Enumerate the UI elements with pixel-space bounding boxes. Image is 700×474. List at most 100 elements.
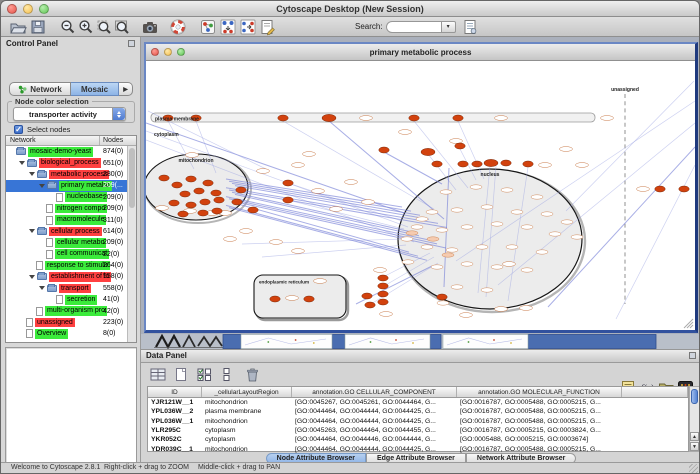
column-header[interactable]: annotation.GO CELLULAR_COMPONENT: [292, 387, 457, 397]
expand-triangle-icon[interactable]: [29, 229, 35, 233]
snapshot-camera-icon[interactable]: [141, 18, 159, 36]
node-color-dropdown[interactable]: transporter activity: [13, 107, 126, 121]
table-cell: [GO:0044464, GO:0044444, GO:0044425, G..…: [292, 418, 457, 425]
network-overview-icon[interactable]: [199, 18, 217, 36]
tree-row[interactable]: cellular process614(0): [6, 226, 127, 237]
cytoscape-app-window: Cytoscape Desktop (New Session) Search: …: [0, 0, 700, 474]
search-dropdown-button[interactable]: ▾: [442, 21, 456, 33]
tree-row[interactable]: transport558(0): [6, 283, 127, 294]
tree-node-count: 280(0): [103, 171, 123, 178]
search-options-icon[interactable]: [461, 18, 479, 36]
tree-row[interactable]: cellular metabo209(0): [6, 237, 127, 248]
tree-row[interactable]: multi-organism pro42(0): [6, 305, 127, 316]
tree-row[interactable]: establishment of lo558(0): [6, 271, 127, 282]
network-window-titlebar[interactable]: primary metabolic process: [146, 44, 695, 61]
select-nodes-checkbox[interactable]: ✓: [14, 125, 23, 134]
file-icon: [46, 250, 53, 259]
zoom-fit-icon[interactable]: [113, 18, 131, 36]
unassigned-label: unassigned: [611, 87, 639, 93]
float-data-panel-icon[interactable]: [689, 352, 696, 359]
tree-scrollbar[interactable]: [127, 146, 136, 342]
tree-scrollbar-thumb[interactable]: [129, 148, 135, 208]
network-canvas[interactable]: plasma membranecytoplasmmitochondrionnuc…: [146, 61, 695, 330]
attribute-table-icon[interactable]: [149, 366, 168, 383]
float-panel-icon[interactable]: [128, 40, 135, 47]
expand-triangle-icon[interactable]: [19, 161, 25, 165]
tree-row[interactable]: cell communicat22(0): [6, 249, 127, 260]
birdseye-view-panel[interactable]: [5, 347, 137, 474]
tree-rows: mosaic-demo-yeast874(0)biological_proces…: [6, 146, 127, 342]
tab-network[interactable]: Network: [9, 82, 71, 96]
table-row[interactable]: YJR121W__1mitochondrion[GO:0045267, GO:0…: [148, 398, 688, 407]
table-row[interactable]: YLR295Ccytoplasm[GO:0045263, GO:0044464,…: [148, 426, 688, 435]
help-lifesaver-icon[interactable]: [169, 18, 187, 36]
expand-triangle-icon[interactable]: [29, 172, 35, 176]
attribute-list-icon[interactable]: [218, 366, 237, 383]
tab-overflow-arrow[interactable]: ▶: [119, 82, 133, 96]
table-cell: [GO:0044464, GO:0044444, GO:0044425, G..…: [292, 408, 457, 415]
tree-row[interactable]: Overview8(0): [6, 328, 127, 339]
table-scrollbar[interactable]: ▲ ▼: [689, 386, 700, 452]
endoplasmic-reticulum-label: endoplasmic reticulum: [259, 280, 309, 285]
tree-node-count: 311(0): [103, 217, 123, 224]
save-session-icon[interactable]: [29, 18, 47, 36]
tree-node-label: unassigned: [35, 318, 75, 328]
tab-network-label: Network: [30, 85, 62, 94]
tree-row[interactable]: secretion41(0): [6, 294, 127, 305]
tree-row[interactable]: response to stimulu264(0): [6, 260, 127, 271]
tree-row[interactable]: primary metabo209(...: [6, 180, 127, 191]
expand-triangle-icon[interactable]: [39, 184, 45, 188]
table-row[interactable]: YKR052Ccytoplasm[GO:0044464, GO:0044446,…: [148, 435, 688, 444]
background-window-edges[interactable]: [223, 335, 656, 349]
canvas-resize-grip[interactable]: [684, 319, 693, 328]
app-titlebar[interactable]: Cytoscape Desktop (New Session): [1, 1, 699, 17]
attribute-table[interactable]: ID_cellularLayoutRegionannotation.GO CEL…: [147, 386, 689, 452]
folder-icon: [47, 182, 57, 189]
table-row[interactable]: YPL036W__1mitochondrion[GO:0044464, GO:0…: [148, 417, 688, 426]
tree-row[interactable]: biological_process651(0): [6, 157, 127, 168]
expand-triangle-icon[interactable]: [39, 286, 45, 290]
annotation-icon[interactable]: [259, 18, 277, 36]
background-windows-strip: [141, 334, 700, 349]
tree-row[interactable]: nitrogen compo209(0): [6, 203, 127, 214]
new-attribute-icon[interactable]: [172, 366, 191, 383]
tree-row[interactable]: mosaic-demo-yeast874(0): [6, 146, 127, 157]
open-file-icon[interactable]: [9, 18, 27, 36]
column-header[interactable]: _cellularLayoutRegion: [202, 387, 292, 397]
column-header[interactable]: annotation.GO MOLECULAR_FUNCTION: [457, 387, 622, 397]
table-row[interactable]: YPL036W__2plasma membrane[GO:0044464, GO…: [148, 407, 688, 416]
tree-row[interactable]: unassigned223(0): [6, 317, 127, 328]
table-cell: [GO:0016787, GO:0005488, GO:0005215, G..…: [457, 399, 622, 406]
zoom-selected-icon[interactable]: [95, 18, 113, 36]
scroll-down-button[interactable]: ▼: [690, 442, 699, 451]
file-icon: [46, 216, 53, 225]
tree-row[interactable]: metabolic process280(0): [6, 169, 127, 180]
resize-grip[interactable]: [689, 464, 698, 473]
layout-two-icon[interactable]: [239, 18, 257, 36]
tree-node-count: 22(0): [103, 251, 119, 258]
cytoplasm-label: cytoplasm: [154, 132, 179, 138]
main-toolbar: Search: ▾: [1, 17, 699, 37]
network-window-title: primary metabolic process: [146, 48, 695, 57]
tree-row[interactable]: nucleobase-209(0): [6, 192, 127, 203]
select-attributes-icon[interactable]: [195, 366, 214, 383]
tree-row[interactable]: macromolecule311(0): [6, 214, 127, 225]
layout-one-icon[interactable]: [219, 18, 237, 36]
tree-node-label: cellular process: [49, 227, 102, 237]
search-input[interactable]: [386, 21, 442, 33]
table-cell: YKR052C: [148, 436, 202, 443]
select-nodes-row: ✓ Select nodes: [14, 125, 70, 134]
scroll-up-button[interactable]: ▲: [690, 432, 699, 441]
table-scrollbar-thumb[interactable]: [691, 389, 698, 404]
zoom-in-icon[interactable]: [77, 18, 95, 36]
delete-attribute-icon[interactable]: [243, 366, 262, 383]
tree-node-count: 264(0): [103, 262, 123, 269]
zoom-out-icon[interactable]: [59, 18, 77, 36]
tree-node-label: macromolecule: [55, 215, 106, 225]
expand-triangle-icon[interactable]: [29, 275, 35, 279]
tree-node-label: cell communicat: [55, 249, 109, 259]
column-header[interactable]: ID: [148, 387, 202, 397]
tree-node-label: mosaic-demo-yeast: [28, 147, 93, 157]
folder-icon: [16, 148, 26, 155]
tab-mosaic[interactable]: Mosaic: [71, 82, 119, 96]
